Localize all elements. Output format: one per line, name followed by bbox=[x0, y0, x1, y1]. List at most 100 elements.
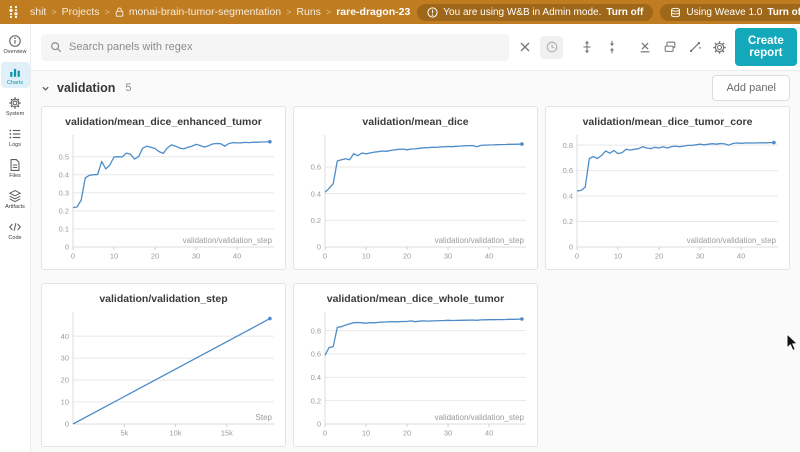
panel-layout-icon[interactable] bbox=[660, 38, 679, 57]
sidebar-item-logs[interactable]: Logs bbox=[1, 124, 30, 150]
svg-text:10: 10 bbox=[362, 429, 370, 438]
sidebar-item-label: Code bbox=[8, 235, 21, 241]
svg-text:5k: 5k bbox=[120, 429, 128, 438]
svg-text:0: 0 bbox=[65, 243, 69, 252]
section-title[interactable]: validation bbox=[57, 81, 115, 95]
panel-mean-dice[interactable]: validation/mean_dice 00.20.40.6010203040… bbox=[293, 106, 538, 270]
sidebar-item-label: Files bbox=[9, 173, 21, 179]
breadcrumb: shit > Projects > monai-brain-tumor-segm… bbox=[30, 6, 410, 18]
info-circle-icon bbox=[8, 34, 22, 48]
sidebar-item-overview[interactable]: Overview bbox=[1, 31, 30, 57]
svg-text:0: 0 bbox=[317, 420, 321, 429]
chevron-down-icon[interactable] bbox=[41, 84, 50, 93]
search-icon bbox=[50, 41, 62, 53]
settings-gear-icon[interactable] bbox=[710, 38, 729, 57]
svg-text:Step: Step bbox=[256, 413, 273, 422]
run-sidebar: Overview Charts System Logs Files Artifa… bbox=[0, 24, 31, 452]
chart-canvas[interactable]: 0102030405k10k15kStep bbox=[46, 306, 281, 440]
top-navbar: shit > Projects > monai-brain-tumor-segm… bbox=[0, 0, 800, 24]
add-panel-button[interactable]: Add panel bbox=[712, 75, 790, 101]
create-report-button[interactable]: Create report bbox=[735, 28, 797, 66]
weave-message: Using Weave 1.0 bbox=[686, 7, 762, 18]
svg-text:40: 40 bbox=[737, 252, 745, 261]
panel-search[interactable] bbox=[41, 34, 509, 61]
search-input[interactable] bbox=[69, 41, 500, 53]
svg-text:10: 10 bbox=[362, 252, 370, 261]
code-icon bbox=[8, 220, 22, 234]
document-icon bbox=[8, 158, 22, 172]
chart-canvas[interactable]: 00.20.40.60.8010203040validation/validat… bbox=[550, 129, 785, 263]
clear-search-icon[interactable] bbox=[515, 38, 534, 57]
sidebar-item-files[interactable]: Files bbox=[1, 155, 30, 181]
panel-mean-dice-enhanced-tumor[interactable]: validation/mean_dice_enhanced_tumor 00.1… bbox=[41, 106, 286, 270]
svg-text:15k: 15k bbox=[221, 429, 233, 438]
workspace-toolbar: Create report bbox=[31, 24, 800, 71]
breadcrumb-user[interactable]: shit bbox=[30, 6, 46, 18]
svg-text:10: 10 bbox=[61, 398, 69, 407]
breadcrumb-run-name[interactable]: rare-dragon-23 bbox=[336, 6, 410, 18]
svg-text:0.2: 0.2 bbox=[311, 396, 321, 405]
svg-text:10k: 10k bbox=[170, 429, 182, 438]
svg-text:validation/validation_step: validation/validation_step bbox=[183, 236, 273, 245]
svg-text:20: 20 bbox=[61, 376, 69, 385]
collapse-sections-icon[interactable] bbox=[602, 38, 621, 57]
breadcrumb-projects[interactable]: Projects bbox=[62, 6, 100, 18]
chart-canvas[interactable]: 00.10.20.30.40.5010203040validation/vali… bbox=[46, 129, 281, 263]
admin-turn-off-button[interactable]: Turn off bbox=[606, 7, 643, 18]
sidebar-item-artifacts[interactable]: Artifacts bbox=[1, 186, 30, 212]
svg-text:0.1: 0.1 bbox=[59, 225, 69, 234]
magic-icon[interactable] bbox=[685, 38, 704, 57]
svg-text:0.2: 0.2 bbox=[59, 206, 69, 215]
chart-canvas[interactable]: 00.20.40.6010203040validation/validation… bbox=[298, 129, 533, 263]
svg-text:0.6: 0.6 bbox=[563, 166, 573, 175]
history-clock-icon[interactable] bbox=[540, 36, 563, 59]
svg-text:0.4: 0.4 bbox=[311, 373, 321, 382]
panel-title: validation/mean_dice bbox=[298, 116, 533, 128]
svg-text:40: 40 bbox=[485, 252, 493, 261]
panel-mean-dice-whole-tumor[interactable]: validation/mean_dice_whole_tumor 0 0.2 0.4… bbox=[293, 283, 538, 447]
svg-text:40: 40 bbox=[61, 332, 69, 341]
svg-text:40: 40 bbox=[485, 429, 493, 438]
svg-text:20: 20 bbox=[403, 429, 411, 438]
breadcrumb-runs[interactable]: Runs bbox=[296, 6, 321, 18]
sidebar-item-code[interactable]: Code bbox=[1, 217, 30, 243]
svg-text:0: 0 bbox=[317, 243, 321, 252]
svg-text:0: 0 bbox=[569, 243, 573, 252]
breadcrumb-separator: > bbox=[105, 7, 110, 17]
breadcrumb-separator: > bbox=[326, 7, 331, 17]
panel-mean-dice-tumor-core[interactable]: validation/mean_dice_tumor_core 00.20.40… bbox=[545, 106, 790, 270]
svg-text:0.8: 0.8 bbox=[311, 326, 321, 335]
svg-text:validation/validation_step: validation/validation_step bbox=[687, 236, 777, 245]
svg-text:0.4: 0.4 bbox=[311, 189, 321, 198]
panel-title: validation/mean_dice_whole_tumor bbox=[298, 293, 533, 305]
panel-validation-step[interactable]: validation/validation_step 0102030405k10… bbox=[41, 283, 286, 447]
expand-sections-icon[interactable] bbox=[577, 38, 596, 57]
chart-canvas[interactable]: 00.20.40.60.8010203040validation/validat… bbox=[298, 306, 533, 440]
svg-text:validation/validation_step: validation/validation_step bbox=[435, 236, 525, 245]
panel-grid: validation/mean_dice_enhanced_tumor 00.1… bbox=[41, 106, 790, 447]
bar-chart-icon bbox=[8, 65, 22, 79]
wandb-logo[interactable] bbox=[8, 5, 23, 19]
svg-text:0.6: 0.6 bbox=[311, 350, 321, 359]
weave-turn-off-button[interactable]: Turn off bbox=[767, 7, 800, 18]
layers-icon bbox=[8, 189, 22, 203]
gear-icon bbox=[8, 96, 22, 110]
svg-text:10: 10 bbox=[110, 252, 118, 261]
breadcrumb-project[interactable]: monai-brain-tumor-segmentation bbox=[129, 6, 281, 18]
wandb-logo-icon bbox=[8, 5, 23, 19]
sidebar-item-charts[interactable]: Charts bbox=[1, 62, 30, 88]
svg-text:20: 20 bbox=[403, 252, 411, 261]
sidebar-item-label: Logs bbox=[9, 142, 21, 148]
svg-text:validation/validation_step: validation/validation_step bbox=[435, 413, 525, 422]
svg-text:0: 0 bbox=[65, 420, 69, 429]
x-axis-icon[interactable] bbox=[635, 38, 654, 57]
svg-text:10: 10 bbox=[614, 252, 622, 261]
svg-text:0.2: 0.2 bbox=[311, 216, 321, 225]
svg-text:20: 20 bbox=[151, 252, 159, 261]
svg-text:30: 30 bbox=[192, 252, 200, 261]
panels-section: validation 5 Add panel validation/mean_d… bbox=[31, 71, 800, 452]
sidebar-item-system[interactable]: System bbox=[1, 93, 30, 119]
breadcrumb-separator: > bbox=[286, 7, 291, 17]
svg-text:0.8: 0.8 bbox=[563, 141, 573, 150]
sidebar-item-label: Overview bbox=[4, 49, 27, 55]
